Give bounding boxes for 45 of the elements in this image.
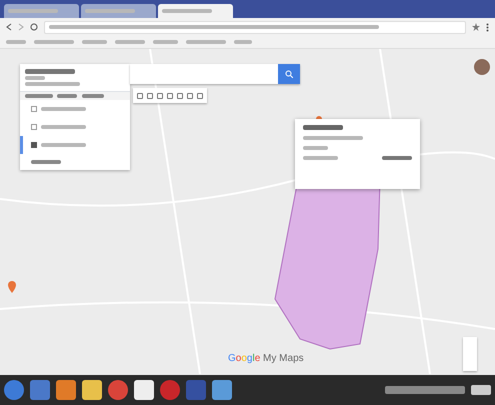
browser-tab[interactable]	[158, 4, 233, 18]
start-button[interactable]	[4, 380, 24, 400]
address-bar[interactable]	[44, 20, 466, 34]
taskbar-app-icon[interactable]	[108, 380, 128, 400]
bookmark-link[interactable]	[115, 40, 145, 44]
map-logo: Google My Maps	[228, 352, 304, 366]
taskbar-app-icon[interactable]	[82, 380, 102, 400]
bookmark-link[interactable]	[234, 40, 252, 44]
taskbar-app-icon[interactable]	[30, 380, 50, 400]
bookmark-link[interactable]	[82, 40, 107, 44]
map-pin-icon	[8, 281, 16, 293]
layer-checkbox[interactable]	[31, 142, 37, 148]
reload-icon[interactable]	[30, 23, 38, 31]
preview-link[interactable]	[82, 94, 104, 98]
popup-title-bar	[303, 125, 343, 130]
share-link[interactable]	[57, 94, 77, 98]
popup-style-bar[interactable]	[303, 156, 338, 160]
map-description-bar	[24, 82, 80, 86]
map-title-bar	[24, 68, 74, 74]
back-icon[interactable]	[6, 23, 12, 31]
search-button[interactable]	[278, 64, 300, 84]
search-icon	[285, 70, 293, 78]
taskbar-app-icon[interactable]	[212, 380, 232, 400]
taskbar-app-icon[interactable]	[56, 380, 76, 400]
layer-checkbox[interactable]	[31, 124, 37, 130]
base-map-row[interactable]	[31, 160, 61, 164]
layer-name-bar	[41, 107, 86, 111]
menu-icon[interactable]	[486, 22, 489, 32]
forward-icon[interactable]	[18, 23, 24, 31]
map-subtitle-bar	[24, 76, 44, 80]
layer-name-bar	[41, 143, 86, 147]
popup-actions-bar[interactable]	[382, 156, 412, 160]
layer-checkbox[interactable]	[31, 106, 37, 112]
taskbar-app-icon[interactable]	[160, 380, 180, 400]
bookmark-link[interactable]	[6, 40, 26, 44]
popup-text-bar	[303, 136, 363, 140]
layer-name-bar	[41, 125, 86, 129]
add-layer-link[interactable]	[24, 94, 52, 98]
popup-text-bar	[303, 146, 328, 150]
search-field[interactable]	[130, 64, 300, 84]
taskbar-app-icon[interactable]	[134, 380, 154, 400]
star-icon[interactable]	[472, 23, 480, 31]
bookmark-link[interactable]	[153, 40, 178, 44]
clock-bar	[471, 385, 491, 395]
avatar-circle[interactable]	[474, 59, 490, 75]
